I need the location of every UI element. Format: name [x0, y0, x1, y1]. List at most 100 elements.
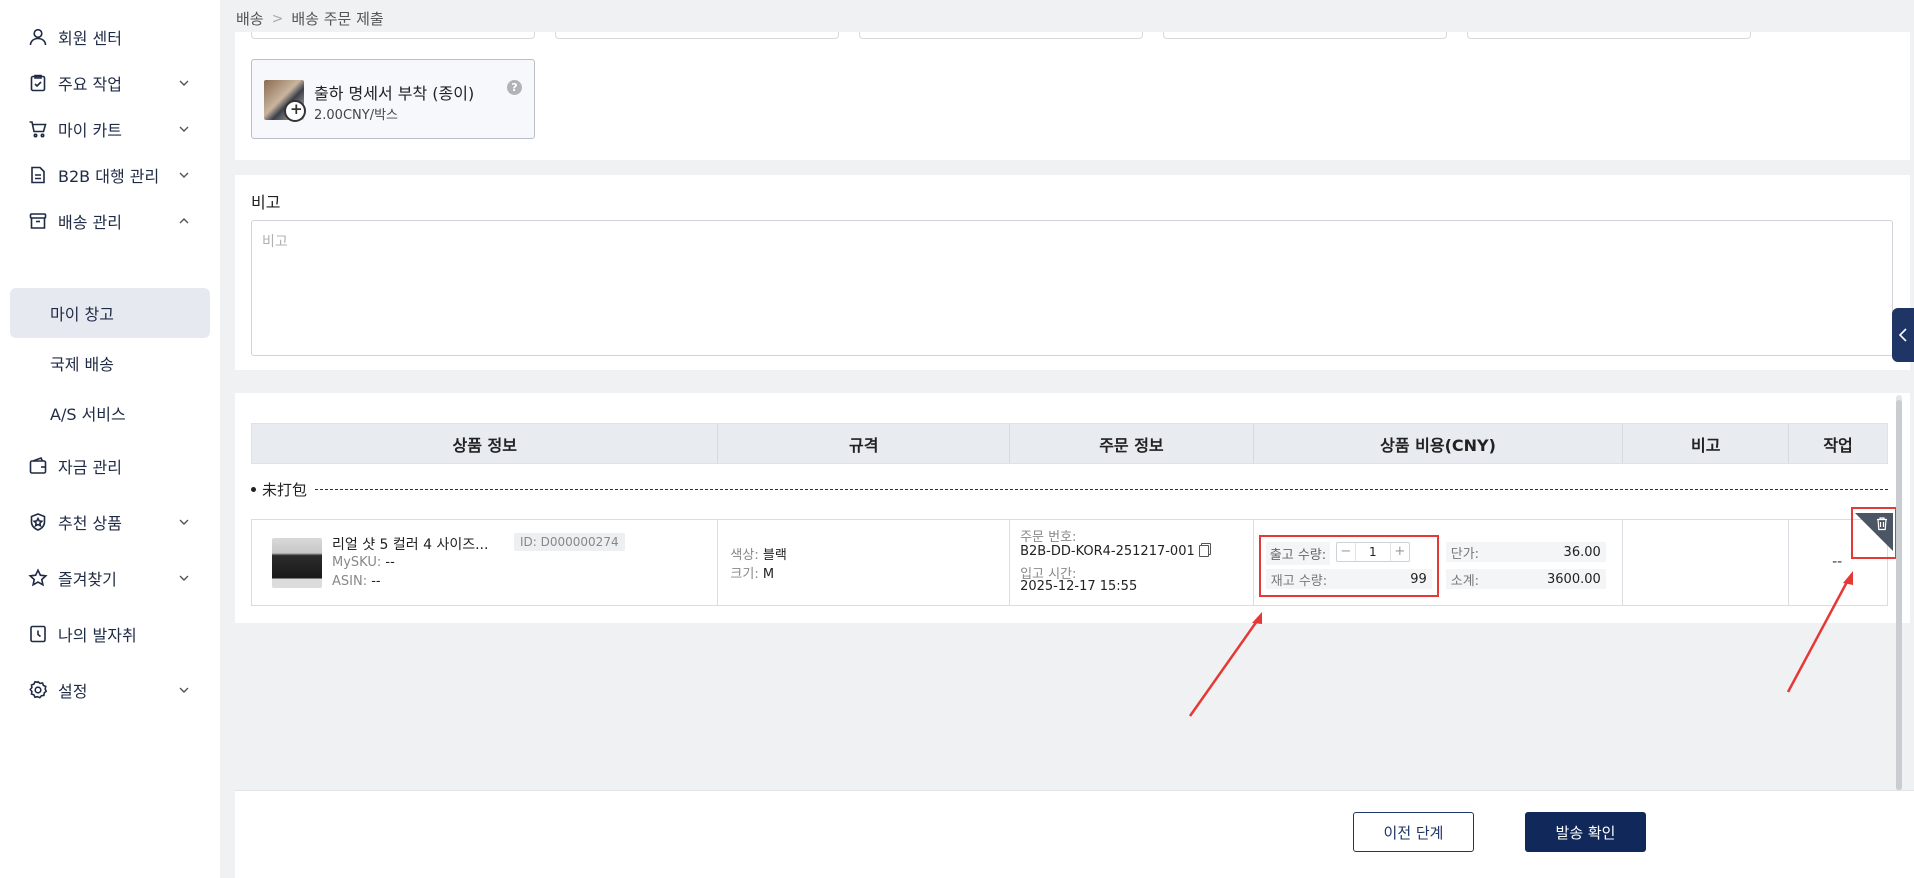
sidebar-item-shipping-management[interactable]: 배송 관리: [10, 196, 210, 246]
cell-remark: [1623, 520, 1790, 605]
stock-qty-row: 재고 수량: 99: [1265, 569, 1432, 589]
sidebar-subitem-label: 국제 배송: [50, 355, 114, 374]
minus-icon[interactable]: −: [1337, 543, 1355, 561]
column-header: 규격: [718, 424, 1011, 463]
sidebar-subitem-as-service[interactable]: A/S 서비스: [10, 388, 210, 438]
inbound-time: 2025-12-17 15:55: [1020, 579, 1138, 594]
product-thumbnail[interactable]: [272, 538, 322, 588]
unit-price-value: 36.00: [1563, 544, 1601, 560]
breadcrumb-current: 배송 주문 제출: [291, 10, 384, 28]
chevron-down-icon: [179, 519, 189, 525]
confirm-shipment-button[interactable]: 발송 확인: [1525, 812, 1646, 852]
cell-order-info: 주문 번호: B2B-DD-KOR4-251217-001 입고 시간: 202…: [1010, 520, 1254, 605]
sidebar-item-fund-management[interactable]: 자금 관리: [10, 441, 210, 491]
sidebar-item-my-cart[interactable]: 마이 카트: [10, 104, 210, 154]
product-name[interactable]: 리얼 샷 5 컬러 4 사이즈...: [332, 534, 488, 554]
sidebar-item-label: 배송 관리: [58, 213, 122, 232]
chevron-left-icon: [1898, 328, 1907, 342]
sidebar-item-b2b-management[interactable]: B2B 대행 관리: [10, 150, 210, 200]
previous-step-button[interactable]: 이전 단계: [1353, 812, 1474, 852]
product-mysku: MySKU: --: [332, 555, 395, 570]
user-icon: [28, 27, 48, 47]
scrollbar-thumb[interactable]: [1896, 400, 1902, 790]
subtotal-row: 소계: 3600.00: [1445, 569, 1606, 589]
column-header: 작업: [1823, 435, 1853, 455]
sidebar-subitem-label: 마이 창고: [50, 305, 114, 324]
column-header: 상품 정보: [252, 424, 719, 463]
sidebar-item-label: 설정: [58, 682, 88, 701]
bullet-dot: [251, 486, 256, 492]
zoom-in-icon[interactable]: [284, 100, 306, 122]
chevron-down-icon: [179, 575, 189, 581]
addon-price: 2.00CNY/박스: [314, 108, 398, 123]
remark-card: 비고: [235, 175, 1910, 370]
sidebar-item-label: B2B 대행 관리: [58, 167, 160, 186]
product-asin: ASIN: --: [332, 574, 381, 589]
outbound-qty-stepper[interactable]: − 1 +: [1335, 542, 1410, 562]
sidebar-item-settings[interactable]: 설정: [10, 665, 210, 715]
column-header: 비고: [1623, 424, 1790, 463]
addon-option-stub[interactable]: [1467, 32, 1751, 39]
remark-label: 비고: [251, 193, 281, 212]
addon-option-stub[interactable]: [1163, 32, 1447, 39]
product-table-card: 상품 정보 규격 주문 정보 상품 비용(CNY) 비고 작업 未打包 리얼 샷…: [235, 393, 1910, 623]
breadcrumb-root[interactable]: 배송: [236, 8, 264, 29]
addon-option-stub[interactable]: [555, 32, 839, 39]
sidebar-item-member-center[interactable]: 회원 센터: [10, 12, 210, 62]
addon-title: 출하 명세서 부착 (종이): [314, 84, 475, 103]
action-placeholder: --: [1832, 554, 1843, 570]
table-row: 리얼 샷 5 컬러 4 사이즈... ID: D000000274 MySKU:…: [251, 519, 1888, 606]
sidebar-item-main-tasks[interactable]: 주요 작업: [10, 58, 210, 108]
cell-product-cost: 출고 수량: − 1 + 재고 수량: 99 단가: 36.00 소계: 360…: [1254, 520, 1624, 605]
sidebar-subitem-my-warehouse[interactable]: 마이 창고: [10, 288, 210, 338]
help-icon[interactable]: ?: [507, 80, 522, 95]
dashed-divider: [315, 488, 1888, 490]
subtotal-value: 3600.00: [1547, 571, 1601, 587]
outbound-qty-value[interactable]: 1: [1354, 543, 1391, 561]
group-separator: 未打包: [251, 480, 1888, 499]
copy-icon[interactable]: [1198, 545, 1209, 557]
cell-product-info: 리얼 샷 5 컬러 4 사이즈... ID: D000000274 MySKU:…: [252, 520, 719, 605]
sidebar-item-label: 마이 카트: [58, 121, 122, 140]
delete-row-button[interactable]: [1855, 513, 1893, 551]
cell-spec: 색상: 블랙 크기: M: [718, 520, 1011, 605]
history-icon: [28, 624, 48, 644]
chevron-right-icon: >: [271, 10, 284, 27]
gear-icon: [28, 680, 48, 700]
spec-size: 크기: M: [730, 567, 775, 582]
chevron-down-icon: [179, 687, 189, 693]
order-number: B2B-DD-KOR4-251217-001: [1020, 544, 1209, 559]
chevron-down-icon: [179, 80, 189, 86]
side-panel-toggle[interactable]: [1892, 308, 1914, 362]
sidebar-item-my-footprints[interactable]: 나의 발자취: [10, 609, 210, 659]
addon-services-card: 출하 명세서 부착 (종이) 2.00CNY/박스 ?: [235, 32, 1910, 160]
chevron-up-icon: [179, 218, 189, 224]
trash-icon: [1877, 517, 1887, 531]
unit-price-row: 단가: 36.00: [1445, 542, 1606, 562]
addon-packing-slip[interactable]: 출하 명세서 부착 (종이) 2.00CNY/박스 ?: [251, 59, 535, 139]
addon-option-stub[interactable]: [251, 32, 535, 39]
breadcrumb: 배송 > 배송 주문 제출: [236, 8, 384, 29]
remark-textarea[interactable]: [251, 220, 1893, 356]
outbound-qty-label: 출고 수량:: [1265, 542, 1331, 565]
sidebar-item-label: 자금 관리: [58, 458, 122, 477]
footer-actions: 이전 단계 발송 확인: [235, 790, 1914, 878]
sidebar-item-recommended-products[interactable]: 추천 상품: [10, 497, 210, 547]
badge-star-icon: [28, 512, 48, 532]
addon-option-stub[interactable]: [859, 32, 1143, 39]
star-icon: [28, 568, 48, 588]
wallet-icon: [28, 456, 48, 476]
cart-icon: [28, 119, 48, 139]
column-header: 상품 비용(CNY): [1254, 424, 1624, 463]
group-label: 未打包: [262, 480, 308, 499]
clipboard-check-icon: [28, 73, 48, 93]
subtotal-label: 소계:: [1450, 573, 1480, 589]
sidebar-subitem-international-shipping[interactable]: 국제 배송: [10, 338, 210, 388]
box-icon: [28, 211, 48, 231]
plus-icon[interactable]: +: [1391, 543, 1409, 561]
stock-qty-label: 재고 수량:: [1270, 573, 1328, 589]
sidebar-item-label: 즐겨찾기: [58, 570, 117, 589]
sidebar-item-favorites[interactable]: 즐겨찾기: [10, 553, 210, 603]
sidebar-item-label: 추천 상품: [58, 514, 122, 533]
sidebar-subitem-label: A/S 서비스: [50, 405, 126, 424]
